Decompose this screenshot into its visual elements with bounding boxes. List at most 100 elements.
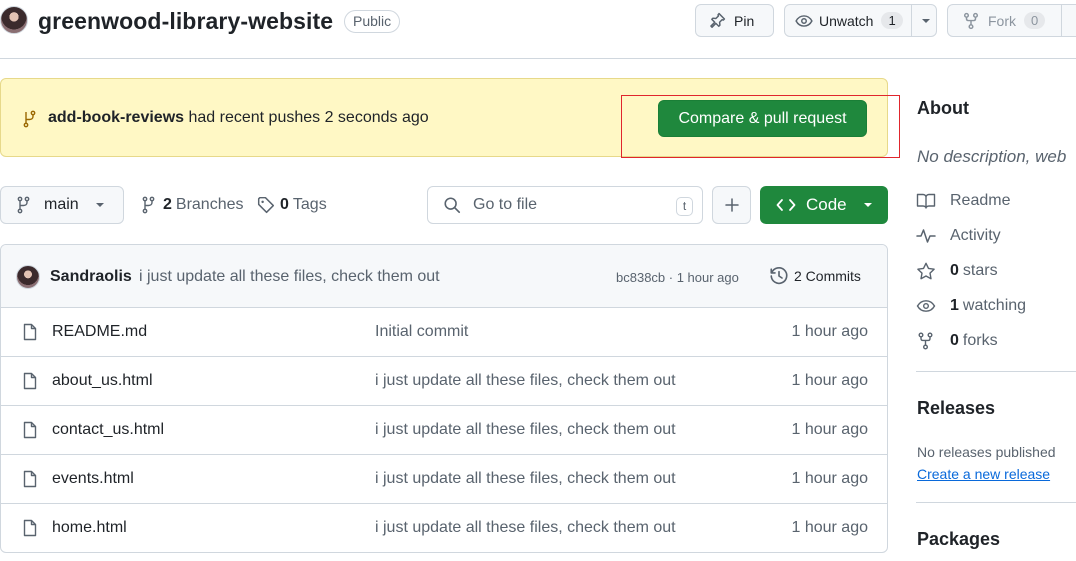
chevron-down-icon	[95, 202, 105, 208]
file-icon	[22, 372, 38, 390]
file-commit-message[interactable]: i just update all these files, check the…	[375, 421, 676, 439]
fork-count: 0	[1024, 12, 1046, 29]
repo-description: No description, web	[917, 147, 1067, 166]
watching-count: 1	[950, 297, 959, 314]
tags-count: 0	[280, 196, 289, 213]
file-name[interactable]: README.md	[52, 323, 147, 341]
activity-link[interactable]: Activity	[916, 227, 1001, 245]
tags-label: Tags	[292, 196, 327, 213]
pin-icon	[708, 12, 726, 30]
go-to-file-placeholder: Go to file	[473, 196, 538, 213]
star-icon	[916, 262, 936, 280]
about-heading: About	[917, 98, 969, 118]
table-row[interactable]: about_us.html i just update all these fi…	[1, 357, 887, 406]
button-divider	[1061, 5, 1063, 36]
fork-icon	[962, 12, 980, 30]
pin-label: Pin	[734, 12, 755, 29]
stars-label: stars	[962, 262, 998, 279]
pin-button[interactable]: Pin	[695, 4, 774, 37]
history-icon	[769, 266, 789, 286]
branch-name: main	[44, 196, 79, 213]
table-row[interactable]: README.md Initial commit 1 hour ago	[1, 308, 887, 357]
stars-count: 0	[950, 262, 959, 279]
readme-label: Readme	[950, 192, 1011, 209]
sidebar-divider	[916, 502, 1076, 503]
go-to-file-input[interactable]: Go to file t	[427, 186, 703, 224]
code-button[interactable]: Code	[760, 186, 888, 224]
file-time: 1 hour ago	[791, 470, 868, 487]
file-icon	[22, 421, 38, 439]
file-name[interactable]: about_us.html	[52, 372, 153, 390]
forks-link[interactable]: 0 forks	[916, 332, 998, 350]
commits-label: 2 Commits	[794, 268, 861, 284]
eye-icon	[795, 12, 813, 30]
sidebar-divider	[916, 371, 1076, 372]
repo-name[interactable]: greenwood-library-website	[38, 8, 333, 35]
create-release-link[interactable]: Create a new release	[917, 466, 1050, 482]
file-name[interactable]: events.html	[52, 470, 134, 488]
file-time: 1 hour ago	[791, 421, 868, 438]
packages-heading[interactable]: Packages	[917, 529, 1000, 550]
owner-avatar[interactable]	[0, 6, 28, 34]
file-commit-message[interactable]: i just update all these files, check the…	[375, 470, 676, 488]
file-time: 1 hour ago	[791, 323, 868, 340]
header-divider	[0, 58, 1076, 59]
latest-commit-bar: Sandraolis i just update all these files…	[1, 245, 887, 308]
fork-button[interactable]: Fork 0	[947, 4, 1076, 37]
file-name[interactable]: contact_us.html	[52, 421, 164, 439]
banner-message: add-book-reviews had recent pushes 2 sec…	[48, 109, 429, 127]
forks-label: forks	[962, 332, 998, 349]
activity-label: Activity	[950, 227, 1001, 244]
code-label: Code	[806, 195, 847, 214]
commit-sha-time[interactable]: bc838cb · 1 hour ago	[616, 270, 739, 285]
watching-label: watching	[962, 297, 1027, 314]
unwatch-label: Unwatch	[819, 12, 874, 29]
code-icon	[776, 197, 796, 213]
chevron-down-icon	[863, 202, 873, 208]
unwatch-count: 1	[881, 12, 903, 29]
file-commit-message[interactable]: Initial commit	[375, 323, 468, 341]
unwatch-button[interactable]: Unwatch 1	[784, 4, 937, 37]
table-row[interactable]: events.html i just update all these file…	[1, 455, 887, 504]
fork-icon	[916, 332, 936, 350]
annotation-highlight-box	[621, 95, 900, 158]
add-file-button[interactable]	[712, 186, 751, 224]
branch-selector[interactable]: main	[0, 186, 124, 224]
watching-link[interactable]: 1 watching	[916, 297, 1026, 315]
banner-branch-name[interactable]: add-book-reviews	[48, 109, 184, 126]
plus-icon	[724, 197, 740, 213]
shortcut-key: t	[676, 197, 693, 216]
file-commit-message[interactable]: i just update all these files, check the…	[375, 519, 676, 537]
branch-icon	[22, 110, 38, 128]
commit-author[interactable]: Sandraolis	[50, 268, 132, 286]
button-divider	[910, 5, 912, 36]
releases-heading[interactable]: Releases	[917, 398, 995, 419]
file-time: 1 hour ago	[791, 372, 868, 389]
chevron-down-icon[interactable]	[921, 18, 931, 24]
file-icon	[22, 323, 38, 341]
file-name[interactable]: home.html	[52, 519, 127, 537]
tags-link[interactable]: 0 Tags	[257, 196, 327, 214]
table-row[interactable]: home.html i just update all these files,…	[1, 504, 887, 552]
file-time: 1 hour ago	[791, 519, 868, 536]
branch-icon	[141, 196, 157, 214]
forks-count: 0	[950, 332, 959, 349]
file-icon	[22, 519, 38, 537]
fork-label: Fork	[988, 12, 1016, 29]
file-icon	[22, 470, 38, 488]
avatar[interactable]	[16, 265, 40, 289]
file-commit-message[interactable]: i just update all these files, check the…	[375, 372, 676, 390]
commit-message[interactable]: i just update all these files, check the…	[139, 268, 440, 286]
branch-icon	[16, 196, 32, 214]
pulse-icon	[916, 227, 936, 245]
table-row[interactable]: contact_us.html i just update all these …	[1, 406, 887, 455]
file-table: Sandraolis i just update all these files…	[0, 244, 888, 553]
no-releases-text: No releases published	[917, 444, 1056, 460]
stars-link[interactable]: 0 stars	[916, 262, 998, 280]
visibility-badge: Public	[344, 10, 401, 33]
readme-link[interactable]: Readme	[916, 192, 1010, 210]
banner-text: had recent pushes 2 seconds ago	[188, 109, 429, 126]
branches-link[interactable]: 2 Branches	[141, 196, 244, 214]
commits-link[interactable]: 2 Commits	[769, 266, 861, 286]
book-icon	[916, 192, 936, 210]
